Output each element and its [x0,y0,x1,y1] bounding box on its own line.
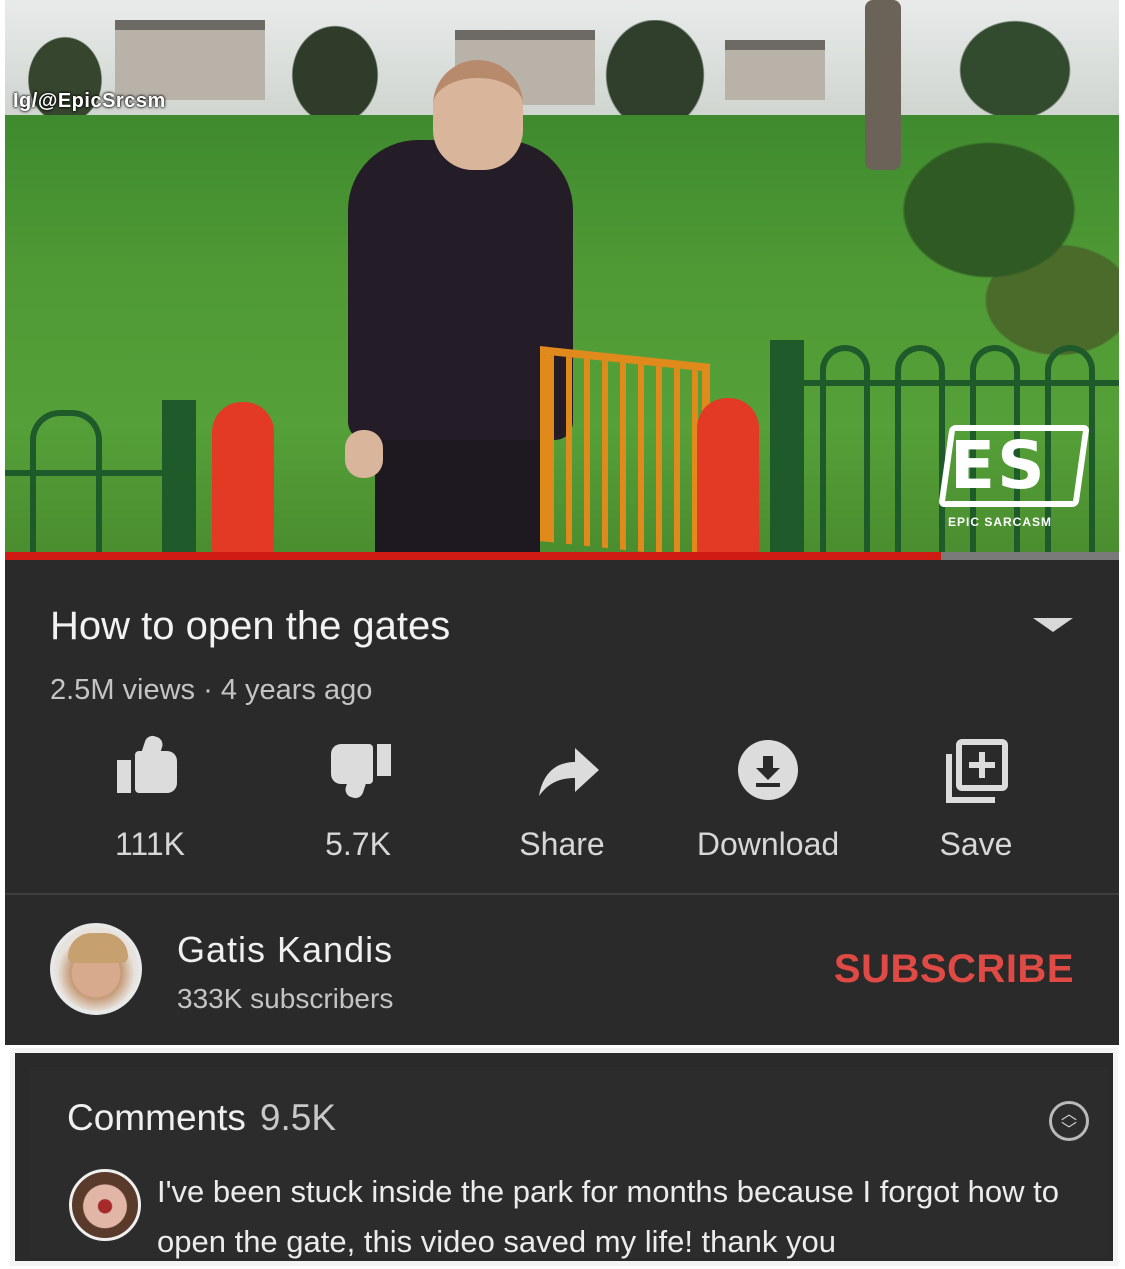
share-button[interactable]: Share [467,736,657,863]
subscriber-count: 333K subscribers [177,983,394,1014]
expand-comments-icon[interactable]: ︿ ﹀ [1049,1101,1089,1141]
video-bushes [819,100,1119,360]
instagram-watermark: Ig/@EpicSrcsm [13,90,166,112]
video-house [115,20,265,100]
download-label: Download [696,826,840,862]
comments-label: Comments [67,1097,246,1138]
logo-letters: ES [950,427,1047,504]
progress-fill [5,552,941,560]
dislike-count: 5.7K [325,826,391,862]
subscribe-button[interactable]: SUBSCRIBE [834,947,1074,992]
red-bollard [212,402,274,554]
person-head [433,60,523,170]
save-button[interactable]: Save [881,736,1071,863]
comments-count: 9.5K [259,1097,337,1138]
channel-row: Gatis Kandis 333K subscribers SUBSCRIBE [5,895,1119,1045]
video-info-panel: How to open the gates 2.5M views · 4 yea… [5,560,1119,895]
like-count: 111K [115,826,185,862]
comments-panel: Comments 9.5K ︿ ﹀ I've been stuck inside t… [29,1067,1109,1259]
save-playlist-icon [931,736,1021,806]
thumbs-down-icon [313,736,403,806]
thumbs-up-icon [105,733,195,806]
logo-text: EPIC SARCASM [948,515,1053,529]
dislike-button[interactable]: 5.7K [263,736,453,863]
person-legs [375,420,540,555]
fence-arch [895,345,945,555]
comments-section[interactable]: Comments 9.5K ︿ ﹀ I've been stuck inside t… [10,1048,1118,1266]
share-icon [517,736,607,806]
video-progress-bar[interactable] [5,552,1119,560]
fence-arch [820,345,870,555]
orange-gate [540,346,710,558]
person-hand [345,430,383,478]
video-meta: 2.5M views · 4 years ago [50,674,373,706]
channel-logo-watermark: ES EPIC SARCASM [938,425,1095,535]
fence-post [770,340,804,555]
video-title: How to open the gates [50,604,451,648]
download-icon [723,736,813,806]
fence-arch [30,410,102,555]
save-label: Save [939,826,1013,862]
commenter-avatar[interactable] [69,1169,141,1241]
download-button[interactable]: Download [673,736,863,863]
video-house [725,40,825,100]
expand-description-icon[interactable] [1033,618,1073,632]
top-comment-text: I've been stuck inside the park for mont… [157,1174,1059,1259]
fence-post [162,400,196,555]
video-player[interactable]: Ig/@EpicSrcsm ES EPIC SARCASM [5,0,1119,558]
like-button[interactable]: 111K [55,733,245,863]
channel-avatar[interactable] [50,923,142,1015]
share-label: Share [519,826,605,862]
comments-header: Comments 9.5K [67,1097,336,1139]
channel-name[interactable]: Gatis Kandis [177,929,393,971]
red-bollard [697,398,759,554]
